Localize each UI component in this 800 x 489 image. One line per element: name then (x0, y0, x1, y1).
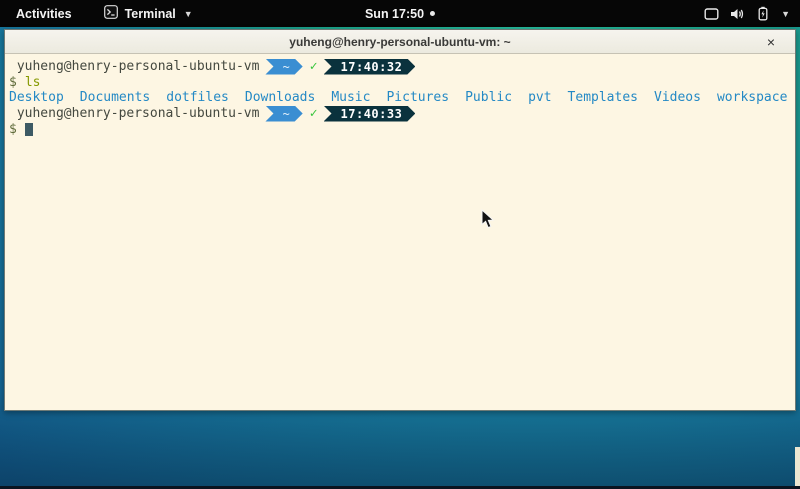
clock[interactable]: Sun 17:50 (365, 7, 435, 21)
display-icon (704, 7, 719, 21)
window-title: yuheng@henry-personal-ubuntu-vm: ~ (289, 35, 510, 49)
clock-label: Sun 17:50 (365, 7, 424, 21)
system-menu-chevron-icon: ▼ (781, 9, 790, 19)
prompt-line: yuheng@henry-personal-ubuntu-vm ~ ✓ 17:4… (9, 58, 791, 75)
directory-name: Downloads (245, 90, 315, 105)
directory-name: dotfiles (166, 90, 229, 105)
prompt-cwd-segment: ~ (265, 59, 302, 75)
directory-name: pvt (528, 90, 551, 105)
prompt-time-segment: 17:40:33 (324, 106, 416, 122)
terminal-content[interactable]: yuheng@henry-personal-ubuntu-vm ~ ✓ 17:4… (5, 54, 795, 410)
directory-name: Templates (568, 90, 638, 105)
top-bar: Activities Terminal ▼ Sun 17:50 (0, 0, 800, 27)
command-line: $ ls (9, 75, 791, 90)
close-button[interactable]: × (763, 34, 779, 50)
terminal-app-icon (104, 5, 118, 22)
check-icon: ✓ (310, 59, 318, 74)
bottom-right-notch (795, 447, 800, 486)
ls-output-line: Desktop Documents dotfiles Downloads Mus… (9, 90, 791, 105)
desktop: Activities Terminal ▼ Sun 17:50 (0, 0, 800, 489)
chevron-down-icon: ▼ (184, 9, 193, 19)
directory-name: workspace (717, 90, 787, 105)
prompt-user-host: yuheng@henry-personal-ubuntu-vm (9, 106, 259, 121)
input-line[interactable]: $ (9, 122, 791, 137)
command-text: ls (25, 75, 41, 90)
prompt-line: yuheng@henry-personal-ubuntu-vm ~ ✓ 17:4… (9, 105, 791, 122)
app-menu[interactable]: Terminal ▼ (104, 5, 193, 22)
prompt-cwd-segment: ~ (265, 106, 302, 122)
terminal-window: yuheng@henry-personal-ubuntu-vm: ~ × yuh… (4, 29, 796, 411)
battery-charging-icon (756, 6, 770, 21)
directory-name: Videos (654, 90, 701, 105)
prompt-time-segment: 17:40:32 (324, 59, 416, 75)
prompt-dollar: $ (9, 122, 17, 137)
app-menu-label: Terminal (125, 7, 176, 21)
directory-name: Pictures (386, 90, 449, 105)
directory-name: Desktop (9, 90, 64, 105)
directory-name: Documents (80, 90, 150, 105)
prompt-user-host: yuheng@henry-personal-ubuntu-vm (9, 59, 259, 74)
prompt-dollar: $ (9, 75, 17, 90)
window-title-bar[interactable]: yuheng@henry-personal-ubuntu-vm: ~ × (5, 30, 795, 54)
text-cursor (25, 123, 33, 136)
directory-name: Public (465, 90, 512, 105)
volume-icon (730, 7, 745, 21)
activities-button[interactable]: Activities (12, 7, 76, 21)
check-icon: ✓ (310, 106, 318, 121)
system-status-area[interactable]: ▼ (704, 6, 790, 21)
notification-dot-icon (430, 11, 435, 16)
directory-name: Music (331, 90, 370, 105)
